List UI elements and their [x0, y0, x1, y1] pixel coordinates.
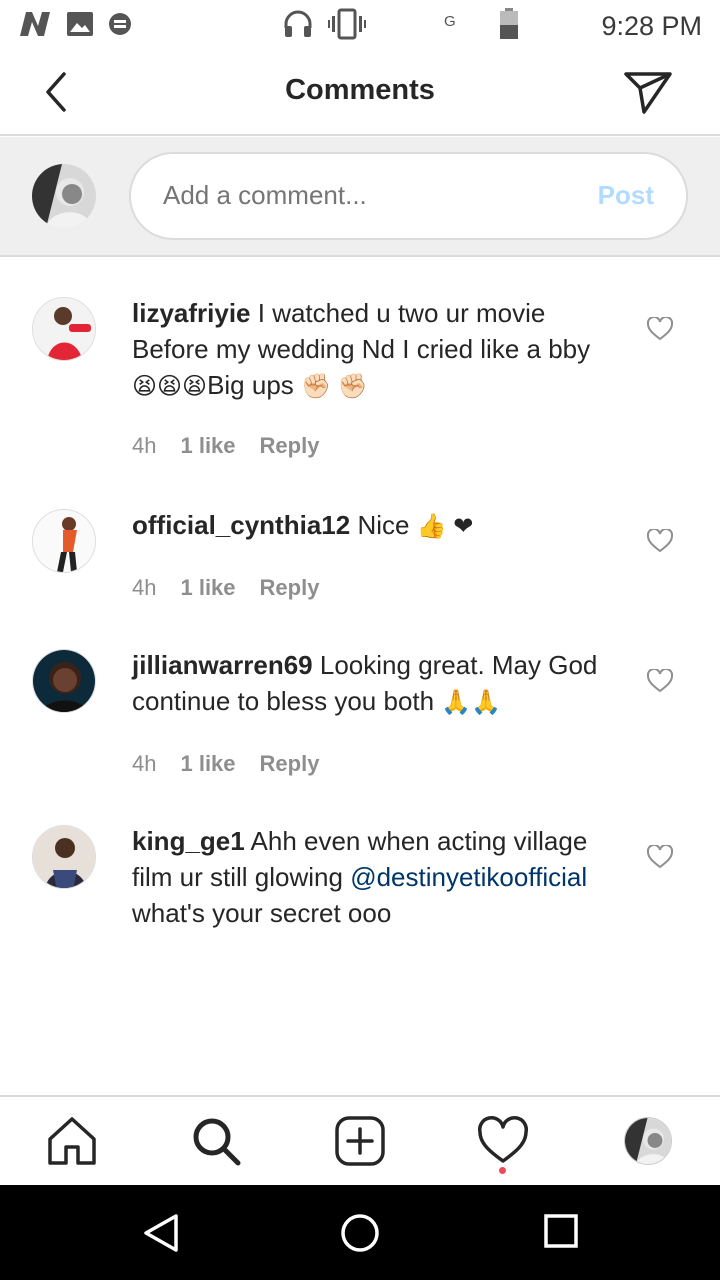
status-bar: G 9:28 PM — [0, 0, 720, 50]
comment-likes[interactable]: 1 like — [180, 751, 235, 777]
home-icon[interactable] — [46, 1115, 98, 1167]
comment-text-2: what's your secret ooo — [132, 898, 392, 928]
my-avatar — [32, 164, 96, 228]
bottom-navigation — [0, 1095, 720, 1185]
reply-button[interactable]: Reply — [260, 575, 320, 601]
post-button[interactable]: Post — [598, 180, 654, 211]
recents-square-icon[interactable] — [543, 1213, 579, 1254]
comment-meta: 4h 1 like Reply — [132, 575, 319, 601]
comment-input-wrapper: Post — [129, 152, 688, 240]
comment-body: lizyafriyie I watched u two ur movie Bef… — [132, 295, 622, 403]
comment-text: Nice — [357, 510, 410, 540]
comment-meta: 4h 1 like Reply — [132, 751, 319, 777]
comment-username[interactable]: jillianwarren69 — [132, 650, 313, 680]
home-circle-icon[interactable] — [340, 1213, 380, 1258]
comment-username[interactable]: lizyafriyie — [132, 298, 251, 328]
like-heart-icon[interactable] — [646, 843, 674, 869]
notification-dot — [499, 1167, 506, 1174]
n-icon — [18, 10, 52, 43]
comment-body: king_ge1 Ahh even when acting village fi… — [132, 823, 622, 931]
network-type: G — [444, 13, 456, 30]
comment-time: 4h — [132, 433, 157, 458]
send-icon[interactable] — [622, 68, 674, 116]
headset-icon — [282, 8, 314, 45]
comment-likes[interactable]: 1 like — [180, 575, 235, 601]
commenter-avatar[interactable] — [32, 509, 96, 573]
reply-button[interactable]: Reply — [260, 433, 320, 459]
image-icon — [66, 11, 94, 42]
comment-meta: 4h 1 like Reply — [132, 433, 319, 459]
battery-icon — [499, 8, 519, 45]
profile-avatar[interactable] — [624, 1117, 672, 1165]
back-triangle-icon[interactable] — [142, 1213, 180, 1258]
comment-composer: Post — [0, 137, 720, 257]
comment-emojis: 😫😫😫 — [132, 373, 208, 400]
comments-header: Comments — [0, 50, 720, 136]
comment-username[interactable]: official_cynthia12 — [132, 510, 350, 540]
comment-username[interactable]: king_ge1 — [132, 826, 245, 856]
system-navigation-bar — [0, 1185, 720, 1280]
activity-heart-icon[interactable] — [477, 1115, 529, 1167]
search-icon[interactable] — [190, 1115, 242, 1167]
comment-input[interactable] — [163, 180, 543, 211]
clock: 9:28 PM — [601, 11, 702, 41]
commenter-avatar[interactable] — [32, 825, 96, 889]
page-title: Comments — [285, 74, 435, 106]
comment-mention-link[interactable]: @destinyetikoofficial — [350, 862, 587, 892]
comment-body: official_cynthia12 Nice 👍 ❤ — [132, 507, 622, 543]
comment-emojis: 👍 ❤ — [416, 513, 474, 540]
comment-likes[interactable]: 1 like — [180, 433, 235, 459]
comment-body: jillianwarren69 Looking great. May God c… — [132, 647, 622, 719]
comment-emojis-2: ✊🏻 ✊🏻 — [301, 373, 368, 400]
like-heart-icon[interactable] — [646, 315, 674, 341]
comment-text-2: Big ups — [207, 370, 294, 400]
like-heart-icon[interactable] — [646, 667, 674, 693]
commenter-avatar[interactable] — [32, 649, 96, 713]
message-icon — [108, 12, 132, 41]
comment-time: 4h — [132, 575, 157, 600]
commenter-avatar[interactable] — [32, 297, 96, 361]
like-heart-icon[interactable] — [646, 527, 674, 553]
comment-emojis: 🙏🙏 — [441, 689, 502, 716]
add-post-icon[interactable] — [334, 1115, 386, 1167]
vibrate-icon — [328, 8, 366, 45]
reply-button[interactable]: Reply — [260, 751, 320, 777]
comment-time: 4h — [132, 751, 157, 776]
